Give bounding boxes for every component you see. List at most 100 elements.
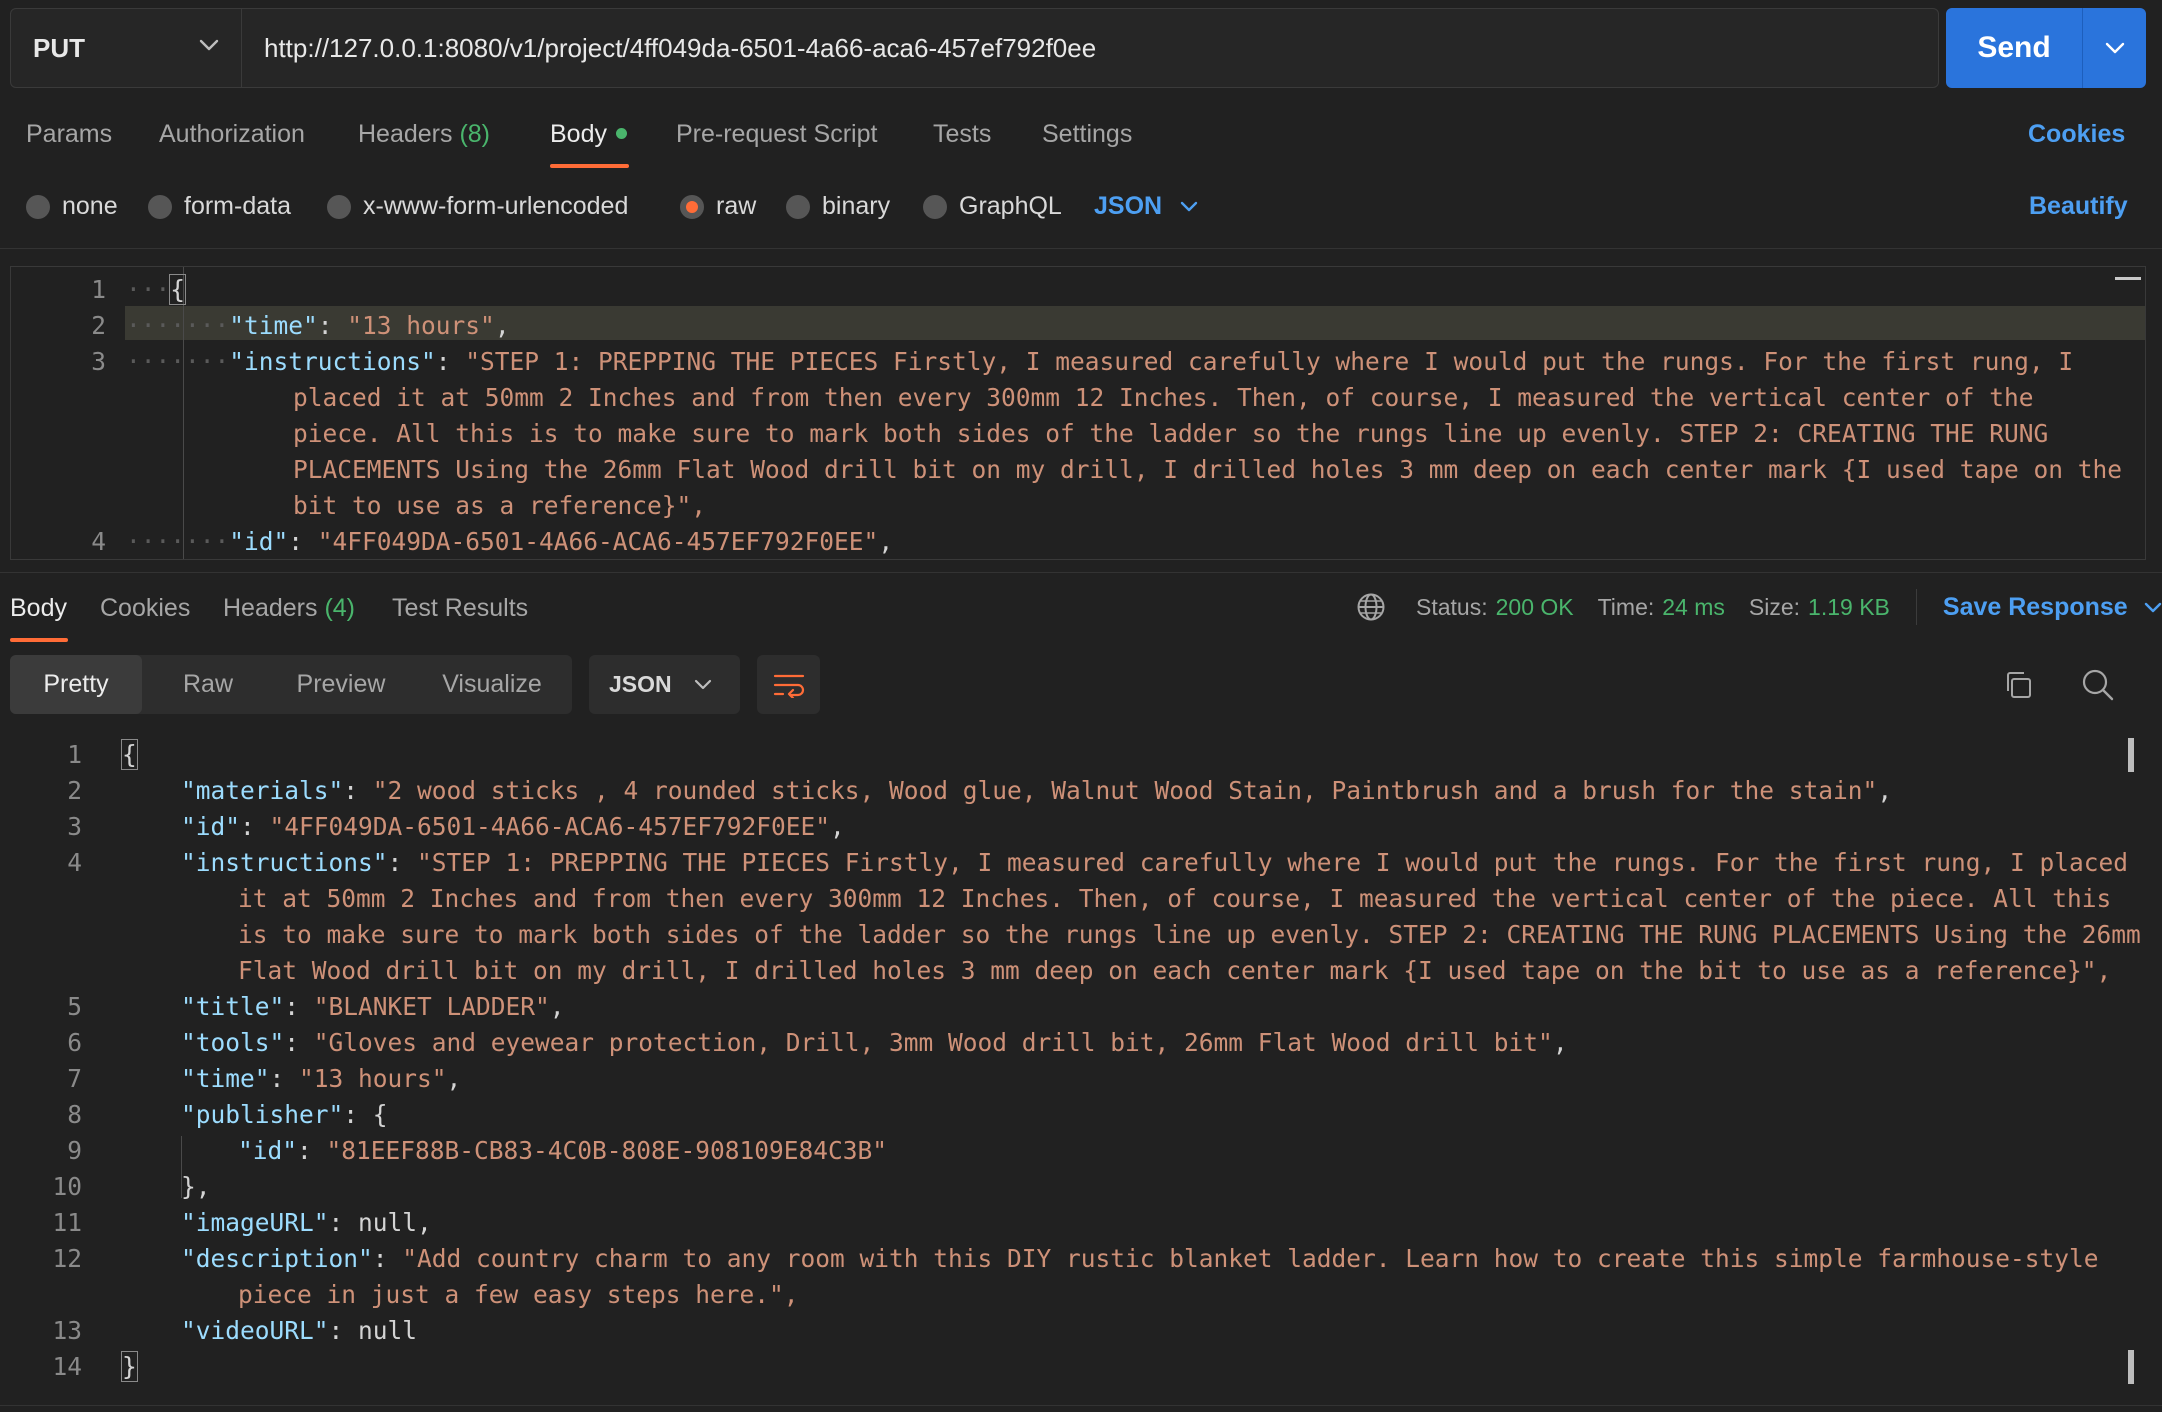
json-key: "videoURL"	[181, 1316, 329, 1345]
tab-tests[interactable]: Tests	[933, 120, 991, 149]
body-modified-dot	[615, 127, 627, 139]
tab-authorization[interactable]: Authorization	[159, 120, 305, 149]
radio-circle	[923, 194, 947, 219]
body-type-options: none form-data x-www-form-urlencoded raw…	[0, 192, 2162, 226]
json-key: "description"	[181, 1244, 373, 1273]
json-key: "id"	[229, 527, 289, 556]
response-body-viewer[interactable]: 1 2 3 4 5 6 7 8 9 10 11 12 13 14 { "mate…	[0, 730, 2162, 1400]
chevron-down-icon	[1180, 201, 1198, 212]
time-value[interactable]: 24 ms	[1662, 594, 1725, 621]
radio-form-data-label: form-data	[184, 192, 291, 220]
line-number: 4	[67, 848, 82, 877]
radio-form-data[interactable]: form-data	[148, 192, 291, 221]
json-key: "imageURL"	[181, 1208, 329, 1237]
view-preview-button[interactable]: Preview	[280, 655, 402, 714]
tab-params[interactable]: Params	[26, 120, 112, 149]
status-value[interactable]: 200 OK	[1496, 594, 1574, 621]
line-number: 12	[52, 1244, 82, 1273]
active-tab-underline	[550, 164, 629, 168]
code-line-wrapped: piece in just a few easy steps here.",	[238, 1280, 799, 1309]
radio-binary[interactable]: binary	[786, 192, 890, 221]
tab-body-label: Body	[550, 120, 607, 148]
code-line: "description": "Add country charm to any…	[181, 1244, 2099, 1273]
close-brace: }	[121, 1351, 138, 1382]
code-line-wrapped: placed it at 50mm 2 Inches and from then…	[293, 383, 2034, 412]
copy-icon	[2007, 672, 2031, 698]
json-value: "4FF049DA-6501-4A66-ACA6-457EF792F0EE"	[269, 812, 831, 841]
line-number: 2	[67, 776, 82, 805]
code-line: "imageURL": null,	[181, 1208, 432, 1237]
code-line: "publisher": {	[181, 1100, 388, 1129]
radio-raw[interactable]: raw	[680, 192, 756, 221]
radio-circle	[327, 194, 351, 219]
json-key: "id"	[238, 1136, 298, 1165]
divider	[0, 1405, 2162, 1406]
url-input[interactable]: http://127.0.0.1:8080/v1/project/4ff049d…	[242, 8, 1939, 88]
radio-urlencoded[interactable]: x-www-form-urlencoded	[327, 192, 628, 221]
line-number: 7	[67, 1064, 82, 1093]
line-number: 11	[52, 1208, 82, 1237]
tab-headers[interactable]: Headers (8)	[358, 120, 490, 149]
chevron-down-icon	[199, 39, 219, 51]
response-tab-test-results[interactable]: Test Results	[392, 594, 528, 623]
json-key: "publisher"	[181, 1100, 344, 1129]
code-line: },	[181, 1172, 211, 1201]
code-line: ·······"instructions": "STEP 1: PREPPING…	[126, 347, 2074, 376]
json-value: "STEP 1: PREPPING THE PIECES Firstly, I …	[465, 347, 2074, 376]
json-value: "BLANKET LADDER"	[313, 992, 550, 1021]
send-button[interactable]: Send	[1946, 8, 2082, 88]
view-pretty-button[interactable]: Pretty	[10, 655, 142, 714]
chevron-down-icon	[694, 679, 711, 690]
response-tab-body[interactable]: Body	[10, 594, 67, 623]
line-number: 2	[91, 311, 106, 340]
radio-none[interactable]: none	[26, 192, 118, 221]
json-value: "13 hours"	[347, 311, 495, 340]
radio-circle	[26, 194, 50, 219]
globe-icon[interactable]	[1356, 592, 1386, 622]
size-label: Size:	[1748, 593, 1801, 620]
method-select[interactable]: PUT	[10, 8, 242, 88]
json-key: "id"	[181, 812, 241, 841]
response-tab-headers[interactable]: Headers (4)	[223, 594, 355, 623]
radio-graphql[interactable]: GraphQL	[923, 192, 1062, 221]
chevron-down-icon	[2144, 602, 2161, 612]
send-options-button[interactable]	[2083, 8, 2146, 88]
radio-raw-label: raw	[716, 192, 757, 220]
code-line-wrapped: is to make sure to mark both sides of th…	[238, 920, 2141, 949]
view-raw-button[interactable]: Raw	[158, 655, 258, 714]
open-brace: {	[169, 274, 187, 305]
save-response-label: Save Response	[1942, 592, 2128, 621]
line-number-gutter: 1 2 3 4	[11, 267, 126, 559]
response-tab-cookies[interactable]: Cookies	[100, 594, 190, 623]
scrollbar-thumb-top[interactable]	[2128, 738, 2134, 772]
line-number: 5	[67, 992, 82, 1021]
json-value: "81EEF88B-CB83-4C0B-808E-908109E84C3B"	[326, 1136, 888, 1165]
line-number: 8	[67, 1100, 82, 1129]
save-response-button[interactable]: Save Response	[1943, 593, 2162, 622]
code-line-wrapped: PLACEMENTS Using the 26mm Flat Wood dril…	[293, 455, 2123, 484]
code-line-wrapped: bit to use as a reference}",	[293, 491, 707, 520]
size-value[interactable]: 1.19 KB	[1808, 594, 1890, 621]
language-select[interactable]: JSON	[1094, 192, 1198, 221]
code-line: ···{	[126, 274, 187, 305]
response-format-select[interactable]: JSON	[589, 655, 740, 714]
copy-button[interactable]	[1998, 665, 2038, 705]
tab-pre-request-script[interactable]: Pre-request Script	[676, 120, 877, 149]
url-text: http://127.0.0.1:8080/v1/project/4ff049d…	[264, 32, 1097, 63]
status-separator	[1915, 589, 1917, 625]
beautify-button[interactable]: Beautify	[2029, 192, 2128, 221]
json-key: "time"	[229, 311, 318, 340]
wrap-lines-button[interactable]	[757, 655, 820, 714]
scrollbar-thumb-bottom[interactable]	[2128, 1350, 2134, 1384]
request-bar: PUT http://127.0.0.1:8080/v1/project/4ff…	[10, 8, 2148, 88]
view-visualize-button[interactable]: Visualize	[426, 655, 558, 714]
line-number: 4	[91, 527, 106, 556]
tab-body[interactable]: Body	[550, 120, 627, 149]
response-view-switcher: Pretty Raw Preview Visualize	[10, 655, 572, 714]
line-number: 14	[52, 1352, 82, 1381]
tab-settings[interactable]: Settings	[1042, 120, 1132, 149]
request-body-editor[interactable]: 1 2 3 4 ···{ ·······"time": "13 hours", …	[10, 266, 2146, 560]
search-button[interactable]	[2078, 665, 2118, 705]
cookies-link[interactable]: Cookies	[2028, 120, 2125, 149]
code-line-wrapped: piece. All this is to make sure to mark …	[293, 419, 2049, 448]
